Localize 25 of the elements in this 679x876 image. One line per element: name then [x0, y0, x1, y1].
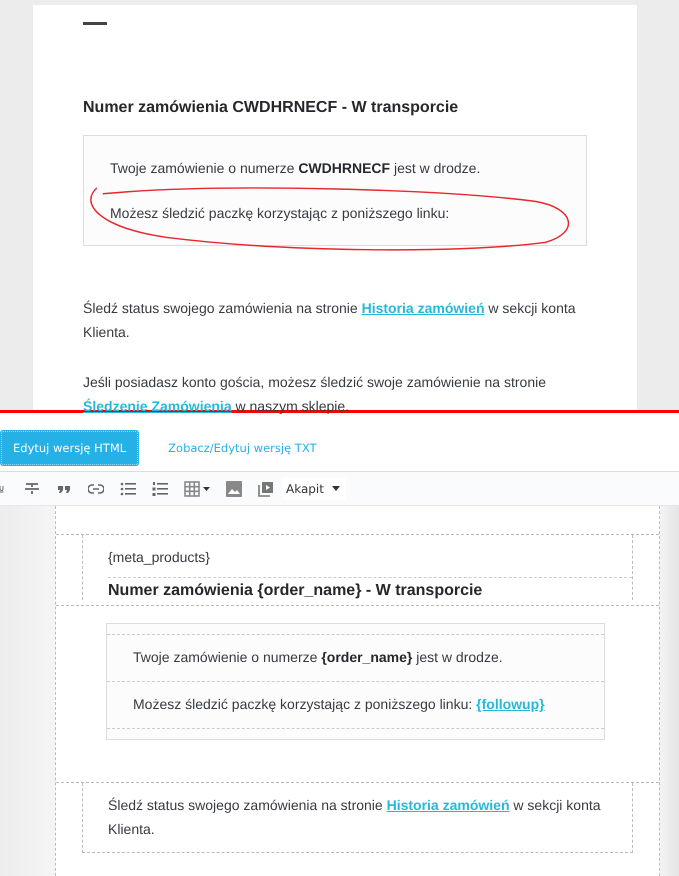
strikethrough-icon[interactable]: [24, 480, 40, 496]
divider-dash: [83, 22, 107, 25]
bullet-list-icon[interactable]: [120, 480, 136, 496]
paragraph: Możesz śledzić paczkę korzystając z poniższego linku:: [110, 204, 450, 223]
link[interactable]: {followup}: [476, 696, 545, 712]
caret-icon: [332, 486, 340, 491]
link[interactable]: Historia zamówień: [386, 797, 510, 813]
paragraph: Śledź status swojego zamówienia na stronie Historia zamówień w sekcji konta Klienta.: [108, 796, 602, 839]
image-icon[interactable]: [226, 480, 242, 496]
tab[interactable]: Edytuj wersję HTML: [0, 430, 140, 466]
template-tag: {meta_products}: [108, 535, 632, 578]
video-icon[interactable]: [258, 480, 274, 496]
tab[interactable]: Zobacz/Edytuj wersję TXT: [155, 430, 330, 466]
table-icon[interactable]: [184, 480, 210, 496]
format-dropdown[interactable]: Akapit: [282, 478, 346, 500]
paragraph: Możesz śledzić paczkę korzystając z poniższego linku: {followup}: [107, 681, 604, 729]
paragraph: Śledź status swojego zamówienia na stronie Historia zamówień w sekcji konta Klienta.: [83, 299, 577, 342]
link[interactable]: Śledzenie Zamówienia: [83, 398, 232, 414]
paragraph: Twoje zamówienie o numerze CWDHRNECF jest w drodze.: [110, 159, 482, 178]
link[interactable]: Historia zamówień: [362, 300, 485, 316]
numbered-list-icon[interactable]: [152, 480, 168, 496]
heading: Numer zamówienia CWDHRNECF - W transporcie: [83, 99, 460, 117]
heading: Numer zamówienia {order_name} - W transporcie: [108, 582, 484, 600]
paragraph: Twoje zamówienie o numerze {order_name} jest w drodze.: [107, 634, 604, 681]
paragraph: Jeśli posiadasz konto gościa, możesz śledzić swoje zamówienie na stronie Śledzenie Zamówienia w naszym sklepie.: [83, 373, 547, 416]
